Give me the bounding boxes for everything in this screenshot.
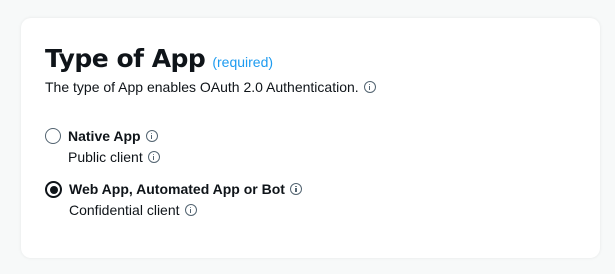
native-app-label-row: Native App (68, 127, 160, 145)
native-app-sublabel: Public client (68, 149, 143, 165)
native-app-sublabel-row: Public client (68, 148, 160, 166)
section-description-row: The type of App enables OAuth 2.0 Authen… (45, 79, 376, 95)
info-icon[interactable] (289, 183, 302, 195)
web-app-label-row: Web App, Automated App or Bot (69, 180, 302, 198)
web-app-sublabel-row: Confidential client (69, 201, 302, 219)
info-icon[interactable] (145, 130, 158, 142)
native-app-radio[interactable] (45, 128, 61, 144)
info-icon[interactable] (363, 81, 376, 93)
section-title: Type of App (45, 44, 206, 73)
title-row: Type of App (required) (45, 44, 273, 73)
native-app-text: Native App Public client (68, 127, 160, 166)
web-app-radio[interactable] (45, 181, 62, 198)
info-icon[interactable] (147, 151, 160, 163)
app-type-card: Type of App (required) The type of App e… (21, 18, 600, 258)
web-app-text: Web App, Automated App or Bot Confidenti… (69, 180, 302, 219)
info-icon[interactable] (184, 204, 197, 216)
web-app-option[interactable]: Web App, Automated App or Bot Confidenti… (45, 180, 302, 219)
native-app-option[interactable]: Native App Public client (45, 127, 160, 166)
native-app-label: Native App (68, 128, 141, 144)
required-label: (required) (212, 54, 274, 70)
web-app-sublabel: Confidential client (69, 202, 180, 218)
section-description: The type of App enables OAuth 2.0 Authen… (45, 79, 359, 95)
web-app-label: Web App, Automated App or Bot (69, 181, 285, 197)
